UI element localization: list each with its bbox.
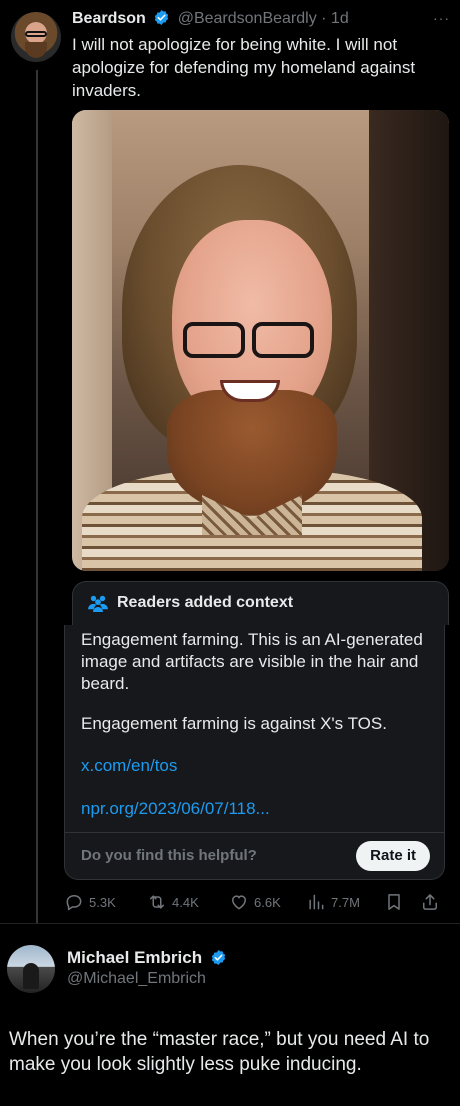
share-action[interactable] <box>420 891 440 913</box>
avatar[interactable] <box>11 12 61 62</box>
verified-badge-icon <box>211 950 226 965</box>
note-text-tos: Engagement farming is against X's TOS. <box>81 714 387 733</box>
views-action[interactable]: 7.7M <box>306 891 360 913</box>
rate-it-button[interactable]: Rate it <box>356 841 430 871</box>
reply-action[interactable]: 5.3K <box>64 891 116 913</box>
community-note-body: Engagement farming. This is an AI-genera… <box>64 625 445 880</box>
community-note-section: Engagement farming. This is an AI-genera… <box>0 625 460 923</box>
thread-line <box>36 70 38 625</box>
community-note-title: Readers added context <box>117 594 294 611</box>
note-link-npr[interactable]: npr.org/2023/06/07/118... <box>81 799 270 819</box>
tweet-section: Beardson @BeardsonBeardly · 1d ··· I wil… <box>0 0 460 625</box>
repost-action[interactable]: 4.4K <box>147 891 199 913</box>
reply-author-handle[interactable]: @Michael_Embrich <box>67 970 206 988</box>
reply-author-name[interactable]: Michael Embrich <box>67 948 230 968</box>
reply-tweet-section: Michael Embrich @Michael_Embrich When yo… <box>0 923 460 1106</box>
photo-beard <box>167 390 337 515</box>
like-action[interactable]: 6.6K <box>229 891 281 913</box>
note-link-tos[interactable]: x.com/en/tos <box>81 756 177 776</box>
note-text: Engagement farming. This is an AI-genera… <box>81 630 423 693</box>
avatar-glasses <box>25 31 47 37</box>
author-handle[interactable]: @BeardsonBeardly <box>178 10 317 27</box>
views-chart-icon <box>309 894 324 910</box>
tweet-photo[interactable] <box>72 110 449 571</box>
like-count: 6.6K <box>254 894 281 910</box>
share-icon <box>423 894 437 910</box>
tweet-actions: 5.3K 4.4K 6.6K 7.7M <box>64 891 454 913</box>
community-note-header: Readers added context <box>72 581 449 625</box>
repost-icon <box>150 895 164 909</box>
verified-badge-icon <box>155 10 169 25</box>
author-name[interactable]: Beardson <box>72 10 146 27</box>
views-count: 7.7M <box>331 894 360 910</box>
tweet-header: Beardson @BeardsonBeardly · 1d <box>72 9 450 31</box>
thread-line <box>36 625 38 923</box>
reply-count: 5.3K <box>89 894 116 910</box>
reply-tweet-text: When you’re the “master race,” but you n… <box>9 1029 430 1075</box>
repost-count: 4.4K <box>172 894 199 910</box>
bookmark-icon <box>388 894 400 910</box>
reply-icon <box>66 895 82 911</box>
avatar-figure <box>23 963 39 989</box>
avatar-beard <box>25 42 47 58</box>
photo-glasses-left <box>183 322 245 358</box>
divider <box>65 832 444 833</box>
bookmark-action[interactable] <box>384 891 404 913</box>
photo-glasses-right <box>252 322 314 358</box>
avatar[interactable] <box>7 945 55 993</box>
more-options-icon[interactable]: ··· <box>433 10 450 26</box>
people-icon <box>88 595 108 612</box>
heart-icon <box>232 895 246 910</box>
helpful-prompt: Do you find this helpful? <box>81 847 257 864</box>
tweet-time[interactable]: · 1d <box>321 10 349 27</box>
reply-author-name-text: Michael Embrich <box>67 948 203 967</box>
tweet-text: I will not apologize for being white. I … <box>72 35 416 100</box>
